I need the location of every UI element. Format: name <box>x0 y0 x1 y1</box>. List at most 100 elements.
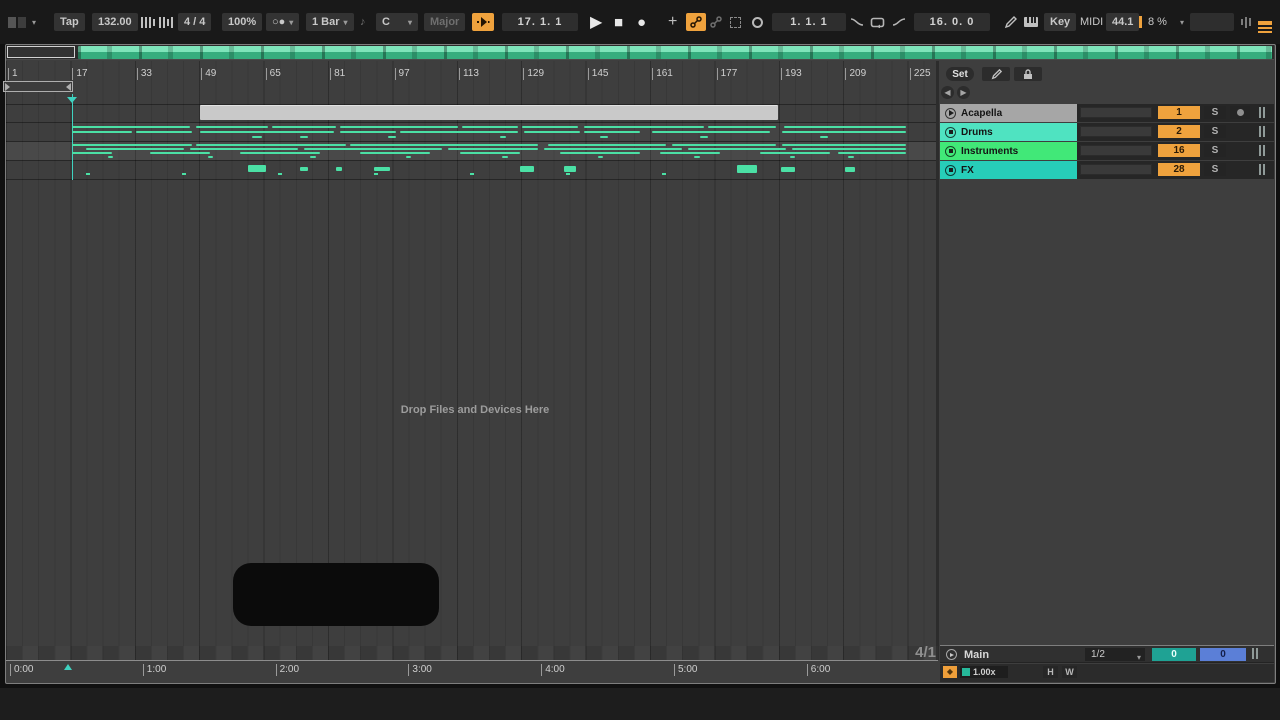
status-bar: i Insert Mark 17.1.1 (Time: 0:29:091) In… <box>0 688 1280 720</box>
main-volume-value[interactable]: 0 <box>1200 648 1246 661</box>
track-stop-icon[interactable] <box>945 146 956 157</box>
lane-separator <box>6 160 938 161</box>
key-map-button[interactable]: Key <box>1044 13 1076 31</box>
grid-interval-select[interactable]: 1/2▾ <box>1085 648 1145 661</box>
time-signature-field[interactable]: 4 / 4 <box>178 13 211 31</box>
loop-brace[interactable] <box>3 81 73 92</box>
tempo-multiplier-field[interactable]: 1.00x <box>960 666 1008 678</box>
quantization-menu[interactable]: 1 Bar▾ <box>306 13 354 31</box>
bar-number: 145 <box>588 68 609 80</box>
fx-midi-note <box>564 166 576 172</box>
draw-mode-icon[interactable] <box>1004 13 1017 31</box>
arm-button[interactable] <box>1230 106 1250 119</box>
drums-midi-note <box>388 136 396 138</box>
scale-name-menu[interactable]: Major <box>424 13 465 31</box>
fx-midi-note <box>374 167 390 171</box>
main-pan-value[interactable]: 0 <box>1152 648 1196 661</box>
tap-tempo-button[interactable]: Tap <box>54 13 85 31</box>
reenable-automation-icon[interactable] <box>710 13 722 31</box>
capture-midi-icon[interactable] <box>730 13 741 31</box>
instruments-midi-note <box>782 144 906 146</box>
track-row-fx[interactable]: FX 28 S <box>940 161 1274 179</box>
tempo-follow-button[interactable]: ◆ <box>943 666 957 678</box>
loop-toggle-icon[interactable] <box>752 13 763 31</box>
new-button[interactable]: + <box>668 13 677 31</box>
track-meter <box>1256 106 1268 119</box>
track-stop-icon[interactable] <box>945 165 956 176</box>
track-title-fx[interactable]: FX <box>940 161 1077 179</box>
loop-region-icon[interactable] <box>870 13 885 31</box>
redacted-overlay <box>233 563 439 626</box>
menu-icon[interactable] <box>1258 13 1272 31</box>
fx-midi-dot <box>182 173 186 175</box>
loop-start-field[interactable]: 1. 1. 1 <box>772 13 846 31</box>
track-title-acapella[interactable]: Acapella <box>940 104 1077 122</box>
insert-marker-triangle[interactable] <box>67 97 77 103</box>
bar-number: 129 <box>523 68 544 80</box>
solo-button[interactable]: S <box>1204 125 1226 138</box>
cpu-meter-icon <box>1139 13 1142 31</box>
root-note-menu[interactable]: C▾ <box>376 13 418 31</box>
tempo-field[interactable]: 132.00 <box>92 13 138 31</box>
solo-button[interactable]: S <box>1204 106 1226 119</box>
main-track-row[interactable]: Main 1/2▾ 0 0 <box>940 645 1274 663</box>
nudge-down-icon[interactable] <box>140 13 156 31</box>
punch-out-icon[interactable] <box>892 13 906 31</box>
computer-midi-keyboard-icon[interactable] <box>1024 13 1038 31</box>
track-play-icon[interactable] <box>945 108 956 119</box>
scrub-area[interactable] <box>6 646 938 660</box>
acapella-audio-clip[interactable] <box>200 105 778 120</box>
track-io-slot[interactable] <box>1080 107 1152 118</box>
punch-in-icon[interactable] <box>850 13 864 31</box>
sample-rate-field[interactable]: 44.1 <box>1106 13 1139 31</box>
stop-button[interactable]: ■ <box>614 13 623 31</box>
lock-envelopes-button[interactable] <box>1014 67 1042 81</box>
automation-arm-button[interactable] <box>686 13 706 31</box>
track-input-number[interactable]: 2 <box>1158 125 1200 138</box>
draw-locator-button[interactable] <box>982 67 1010 81</box>
track-title-drums[interactable]: Drums <box>940 123 1077 141</box>
track-row-drums[interactable]: Drums 2 S <box>940 123 1274 141</box>
track-stop-icon[interactable] <box>945 127 956 138</box>
scale-icon: ♪ <box>360 13 366 31</box>
set-locator-button[interactable]: Set <box>946 67 974 81</box>
record-button[interactable]: ● <box>637 13 646 31</box>
track-io-slot[interactable] <box>1080 126 1152 137</box>
follow-button[interactable] <box>472 13 494 31</box>
track-io-slot[interactable] <box>1080 164 1152 175</box>
prev-locator-button[interactable]: ◀ <box>941 86 954 99</box>
solo-button[interactable]: S <box>1204 144 1226 157</box>
loop-end-handle[interactable] <box>66 83 71 91</box>
play-button[interactable]: ▶ <box>590 13 602 31</box>
track-input-number[interactable]: 28 <box>1158 163 1200 176</box>
fx-midi-note <box>300 167 308 171</box>
track-row-instruments[interactable]: Instruments 16 S <box>940 142 1274 160</box>
pencil-icon <box>991 69 1002 80</box>
drums-midi-note <box>340 126 458 128</box>
solo-button[interactable]: S <box>1204 163 1226 176</box>
track-input-number[interactable]: 16 <box>1158 144 1200 157</box>
track-height-button[interactable]: H <box>1043 666 1058 678</box>
midi-map-button[interactable]: MIDI <box>1080 13 1103 31</box>
drums-midi-note <box>600 136 608 138</box>
loop-length-field[interactable]: 16. 0. 0 <box>914 13 990 31</box>
chevron-down-icon: ▾ <box>1137 651 1141 664</box>
main-play-icon[interactable] <box>946 649 957 660</box>
groove-amount-field[interactable]: 100% <box>222 13 262 31</box>
push-view-icon[interactable]: ▾ <box>8 13 36 31</box>
insert-marker-bottom-triangle[interactable] <box>64 664 72 670</box>
track-width-button[interactable]: W <box>1062 666 1077 678</box>
overview-viewport-box[interactable] <box>7 46 75 58</box>
track-io-slot[interactable] <box>1080 145 1152 156</box>
main-track-title[interactable]: Main <box>964 649 989 661</box>
track-input-number[interactable]: 1 <box>1158 106 1200 119</box>
track-row-acapella[interactable]: Acapella 1 S <box>940 104 1274 122</box>
cpu-caret-icon[interactable]: ▾ <box>1180 13 1184 31</box>
next-locator-button[interactable]: ▶ <box>957 86 970 99</box>
nudge-up-icon[interactable] <box>158 13 174 31</box>
time-label: 6:00 <box>807 664 830 676</box>
arrangement-position-field[interactable]: 17. 1. 1 <box>502 13 578 31</box>
track-title-instruments[interactable]: Instruments <box>940 142 1077 160</box>
loop-start-handle[interactable] <box>5 83 10 91</box>
metronome-button[interactable]: ○●▾ <box>266 13 299 31</box>
